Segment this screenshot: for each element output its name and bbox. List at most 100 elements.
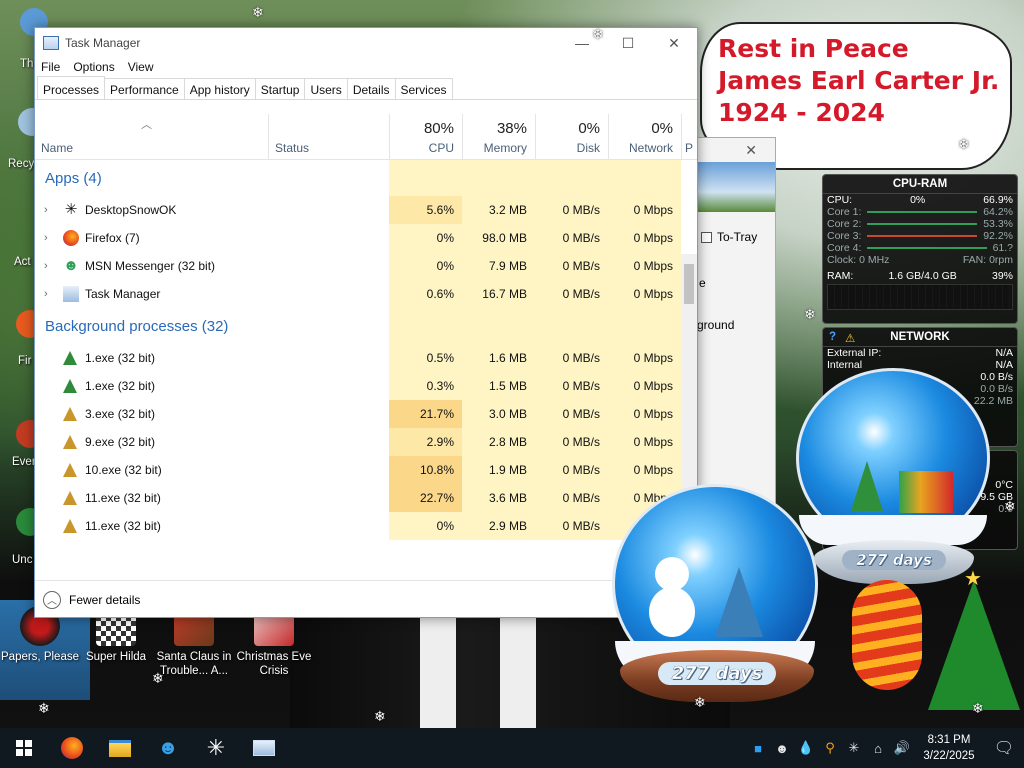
tray-app-icon[interactable]: ■ bbox=[746, 741, 770, 756]
process-mem-cell: 2.9 MB bbox=[462, 512, 535, 540]
tab-app-history[interactable]: App history bbox=[183, 78, 256, 99]
notification-icon[interactable]: 🗨 bbox=[984, 738, 1024, 758]
ram-graph bbox=[827, 284, 1013, 310]
background-group-label: Background processes (32) bbox=[45, 318, 229, 335]
menu-options[interactable]: Options bbox=[73, 58, 121, 78]
desktop-icon-label: Super Hilda bbox=[85, 651, 147, 663]
column-memory-header[interactable]: 38% Memory bbox=[462, 114, 535, 160]
process-name: 11.exe (32 bit) bbox=[85, 519, 161, 533]
expand-chevron-icon[interactable]: › bbox=[44, 280, 48, 308]
tab-startup[interactable]: Startup bbox=[254, 78, 306, 99]
search-icon[interactable]: ⚲ bbox=[818, 740, 842, 756]
tab-details[interactable]: Details bbox=[346, 78, 396, 99]
cpu-ram-gadget[interactable]: CPU-RAM CPU: 0% 66.9% Core 1: 64.2% Core … bbox=[822, 174, 1018, 324]
process-cpu-cell: 0.5% bbox=[389, 344, 462, 372]
close-icon[interactable]: ✕ bbox=[745, 142, 757, 159]
spiral-decoration bbox=[852, 580, 922, 690]
process-row[interactable]: 11.exe (32 bit) 22.7% 3.6 MB 0 MB/s 0 Mbps bbox=[35, 484, 697, 512]
app-row[interactable]: › Task Manager 0.6% 16.7 MB 0 MB/s 0 Mbps bbox=[35, 280, 697, 308]
column-cpu-header[interactable]: 80% CPU bbox=[389, 114, 462, 160]
core-row: Core 2: 53.3% bbox=[823, 218, 1017, 230]
menu-bar: File Options View bbox=[35, 58, 697, 78]
start-button[interactable] bbox=[0, 728, 48, 768]
app-icon: ☻ bbox=[63, 257, 79, 274]
vertical-scroll-thumb[interactable] bbox=[684, 264, 694, 304]
star-icon: ★ bbox=[964, 568, 982, 590]
fewer-details-link[interactable]: Fewer details bbox=[69, 593, 140, 607]
menu-file[interactable]: File bbox=[41, 58, 67, 78]
network-title-text: NETWORK bbox=[890, 331, 950, 343]
app-row[interactable]: › ☻ MSN Messenger (32 bit) 0% 7.9 MB 0 MB/s 0 … bbox=[35, 252, 697, 280]
fan-label: FAN: 0rpm bbox=[962, 254, 1013, 266]
messenger-icon: ☻ bbox=[157, 736, 179, 759]
process-rows: Apps (4) › ✳ DesktopSnowOK 5.6% 3.2 MB 0 MB/s… bbox=[35, 160, 697, 540]
taskbar-task-manager[interactable] bbox=[240, 728, 288, 768]
taskbar-firefox[interactable] bbox=[48, 728, 96, 768]
maximize-button[interactable]: ☐ bbox=[605, 28, 651, 58]
process-mem-cell: 3.6 MB bbox=[462, 484, 535, 512]
apps-group-label: Apps (4) bbox=[45, 170, 102, 187]
app-row[interactable]: › ✳ DesktopSnowOK 5.6% 3.2 MB 0 MB/s 0 Mbps bbox=[35, 196, 697, 224]
process-row[interactable]: 1.exe (32 bit) 0.3% 1.5 MB 0 MB/s 0 Mbps bbox=[35, 372, 697, 400]
desktop-icon-label: Papers, Please bbox=[1, 651, 79, 663]
process-mem-cell: 2.8 MB bbox=[462, 428, 535, 456]
chevron-up-icon[interactable]: ︿ bbox=[43, 590, 61, 609]
background-window[interactable]: ✕ To-Tray e kground bbox=[691, 137, 776, 527]
process-row[interactable]: 11.exe (32 bit)0%2.9 MB0 MB/s0 Mbps bbox=[35, 512, 697, 540]
process-row[interactable]: 10.exe (32 bit) 10.8% 1.9 MB 0 MB/s 0 Mbps bbox=[35, 456, 697, 484]
core-label: Core 4: bbox=[827, 242, 862, 254]
edge-label: Recy bbox=[8, 158, 35, 170]
process-icon bbox=[63, 435, 77, 449]
snowflake-icon: ❄ bbox=[972, 700, 984, 716]
tab-processes[interactable]: Processes bbox=[37, 76, 106, 99]
column-status-header[interactable]: Status bbox=[268, 114, 389, 160]
window-title: Task Manager bbox=[65, 36, 141, 50]
process-row[interactable]: 9.exe (32 bit) 2.9% 2.8 MB 0 MB/s 0 Mbps bbox=[35, 428, 697, 456]
taskbar-file-explorer[interactable] bbox=[96, 728, 144, 768]
network-icon[interactable]: ⌂ bbox=[866, 741, 890, 756]
task-manager-window[interactable]: Task Manager — ☐ ✕ File Options View Pro… bbox=[34, 27, 698, 618]
christmas-tree bbox=[928, 580, 1020, 710]
snowflake-app-icon: ✳ bbox=[206, 735, 226, 760]
snowflake-icon: ❄ bbox=[804, 306, 816, 322]
column-disk-header[interactable]: 0% Disk bbox=[535, 114, 608, 160]
process-net-cell: 0 Mbps bbox=[608, 456, 681, 484]
column-power-header[interactable]: P bbox=[681, 114, 697, 160]
expand-chevron-icon[interactable]: › bbox=[44, 196, 48, 224]
process-cpu-cell: 0.3% bbox=[389, 372, 462, 400]
clock[interactable]: 8:31 PM 3/22/2025 bbox=[914, 732, 984, 764]
process-icon bbox=[63, 407, 77, 421]
tray-drop-icon[interactable]: 💧 bbox=[794, 740, 818, 756]
process-row[interactable]: 3.exe (32 bit) 21.7% 3.0 MB 0 MB/s 0 Mbps bbox=[35, 400, 697, 428]
tab-users[interactable]: Users bbox=[304, 78, 348, 99]
sort-arrow-icon: ︿ bbox=[141, 119, 152, 131]
tab-services[interactable]: Services bbox=[394, 78, 453, 99]
tab-performance[interactable]: Performance bbox=[104, 78, 185, 99]
taskbar-desktopsnowok[interactable]: ✳ bbox=[192, 728, 240, 768]
to-tray-option[interactable]: To-Tray bbox=[701, 230, 757, 244]
close-button[interactable]: ✕ bbox=[651, 28, 697, 58]
tray-snow-icon[interactable]: ✳ bbox=[842, 740, 866, 756]
checkbox[interactable] bbox=[701, 231, 712, 243]
process-disk-cell: 0 MB/s bbox=[535, 252, 608, 280]
taskbar-msn-messenger[interactable]: ☻ bbox=[144, 728, 192, 768]
column-disk: Disk bbox=[576, 141, 600, 155]
process-name: DesktopSnowOK bbox=[85, 203, 177, 217]
app-row[interactable]: › Firefox (7) 0% 98.0 MB 0 MB/s 0 Mbps bbox=[35, 224, 697, 252]
to-tray-label: To-Tray bbox=[717, 230, 758, 244]
core-value: 61.? bbox=[992, 242, 1013, 254]
group-header-apps: Apps (4) bbox=[35, 160, 697, 196]
help-icon[interactable]: ? bbox=[829, 331, 836, 343]
menu-view[interactable]: View bbox=[128, 58, 161, 78]
expand-chevron-icon[interactable]: › bbox=[44, 252, 48, 280]
column-name[interactable]: Name bbox=[41, 141, 73, 155]
volume-icon[interactable]: 🔊 bbox=[890, 740, 914, 756]
column-network-header[interactable]: 0% Network bbox=[608, 114, 681, 160]
network-title: ? ⚠ NETWORK bbox=[823, 328, 1017, 347]
process-name: 11.exe (32 bit) bbox=[85, 491, 161, 505]
globe-base-right: 277 days bbox=[814, 540, 974, 584]
process-icon bbox=[63, 491, 77, 505]
process-row[interactable]: 1.exe (32 bit) 0.5% 1.6 MB 0 MB/s 0 Mbps bbox=[35, 344, 697, 372]
expand-chevron-icon[interactable]: › bbox=[44, 224, 48, 252]
tray-messenger-icon[interactable]: ☻ bbox=[770, 741, 794, 756]
